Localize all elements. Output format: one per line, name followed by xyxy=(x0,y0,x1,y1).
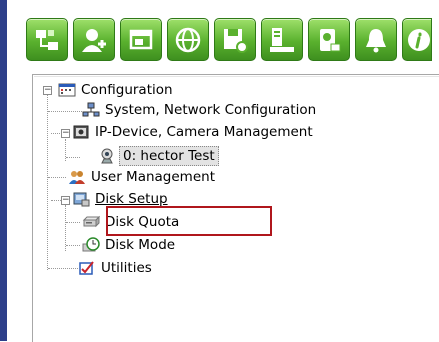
collapse-toggle-disk-setup[interactable]: − xyxy=(61,196,70,205)
collapse-toggle-configuration[interactable]: − xyxy=(43,86,52,95)
add-user-button[interactable] xyxy=(73,18,115,61)
device-button[interactable] xyxy=(308,18,350,61)
tree-line xyxy=(48,177,66,178)
tree-item-user-management[interactable]: User Management xyxy=(68,168,217,186)
tree-label: IP-Device, Camera Management xyxy=(95,124,313,140)
tree-item-disk-mode[interactable]: Disk Mode xyxy=(82,236,177,254)
camera-management-icon xyxy=(73,125,89,139)
save-settings-button[interactable] xyxy=(214,18,256,61)
tree-item-configuration[interactable]: Configuration xyxy=(58,81,175,99)
network-icon xyxy=(82,102,100,117)
disk-mode-icon xyxy=(82,237,100,252)
keyboard-monitor-icon xyxy=(270,27,294,52)
tree-item-hector-test[interactable]: 0: hector Test xyxy=(98,146,219,166)
tree-line xyxy=(66,157,80,158)
toolbar xyxy=(26,18,432,62)
tree-item-system-network[interactable]: System, Network Configuration xyxy=(82,101,318,119)
info-icon xyxy=(408,28,430,51)
collapse-toggle-ip-device[interactable]: − xyxy=(61,129,70,138)
users-icon xyxy=(69,171,85,184)
add-user-icon xyxy=(82,28,106,52)
network-config-button[interactable] xyxy=(26,18,68,61)
globe-button[interactable] xyxy=(167,18,209,61)
bell-icon xyxy=(366,28,386,52)
tree-line xyxy=(48,111,82,112)
tree-label: Configuration xyxy=(81,82,173,98)
tree-label: 0: hector Test xyxy=(119,146,219,166)
keyboard-monitor-button[interactable] xyxy=(261,18,303,61)
tree-item-utilities[interactable]: Utilities xyxy=(78,259,154,277)
panel-inner-shadow xyxy=(34,76,439,77)
tree-line xyxy=(66,222,80,223)
hard-drive-icon xyxy=(82,215,100,228)
window-icon xyxy=(129,29,153,49)
tree-label: Disk Mode xyxy=(105,237,176,253)
window-button[interactable] xyxy=(120,18,162,61)
highlight-annotation-box xyxy=(106,206,272,236)
utilities-icon xyxy=(79,261,94,275)
tree-line xyxy=(66,245,80,246)
tree-label: Utilities xyxy=(101,260,152,276)
globe-icon xyxy=(175,27,201,52)
tree-label: System, Network Configuration xyxy=(105,102,317,118)
webcam-icon xyxy=(101,148,113,164)
info-button[interactable] xyxy=(402,18,432,61)
tree-line xyxy=(48,268,78,269)
tree-item-ip-device[interactable]: IP-Device, Camera Management xyxy=(72,123,315,141)
device-icon xyxy=(320,28,341,51)
save-settings-icon xyxy=(224,28,248,53)
disk-setup-icon xyxy=(73,192,90,207)
calendar-config-icon xyxy=(58,83,76,97)
tree-label: User Management xyxy=(91,169,215,185)
network-config-icon xyxy=(36,29,58,50)
tree-line xyxy=(47,94,48,270)
window-left-border xyxy=(0,0,7,341)
bell-button[interactable] xyxy=(355,18,397,61)
